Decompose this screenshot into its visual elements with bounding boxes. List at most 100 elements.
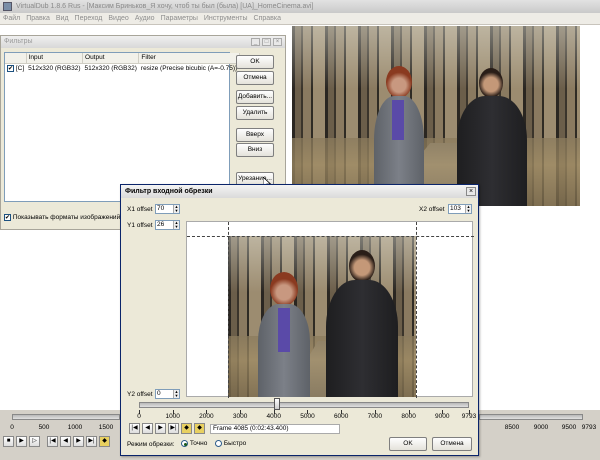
key-next-icon[interactable]: ◆ [194, 423, 205, 434]
col-enabled[interactable] [5, 53, 27, 64]
next-frame-icon[interactable]: ▶ [73, 436, 84, 447]
go-start-icon[interactable]: |◀ [129, 423, 140, 434]
y1-offset-input[interactable]: 26 ▲ ▼ [155, 220, 180, 230]
filter-flag: [C] [15, 65, 25, 73]
mode-fast-option[interactable]: Быстро [215, 440, 246, 447]
menu-options[interactable]: Параметры [158, 13, 201, 25]
menu-file[interactable]: Файл [0, 13, 23, 25]
crop-timeline-ticks: 0 1000 2000 3000 4000 5000 6000 7000 8000 9000 979… [137, 413, 476, 422]
x1-offset-input[interactable]: 70 ▲ ▼ [155, 204, 180, 214]
tick-label: 9793 [461, 413, 477, 420]
prev-frame-icon[interactable]: ◀ [60, 436, 71, 447]
main-timeline-ticks-left: 0 500 1000 1500 [10, 424, 114, 431]
menu-video[interactable]: Видео [105, 13, 131, 25]
crop-guide-right[interactable] [416, 222, 417, 398]
ok-button[interactable]: OK [236, 55, 274, 69]
delete-filter-button[interactable]: Удалить [236, 106, 274, 120]
crop-dialog: Фильтр входной обрезки × X1 offset 70 ▲ ▼ … [120, 184, 479, 456]
mode-precise-option[interactable]: Точно [181, 440, 207, 447]
man-figure [326, 250, 398, 397]
main-timeline-track-left[interactable] [12, 414, 120, 420]
close-icon[interactable]: × [466, 187, 476, 196]
play-input-icon[interactable]: ▶ [16, 436, 27, 447]
x2-offset-label: X2 offset [419, 206, 445, 213]
go-start-icon[interactable]: |◀ [47, 436, 58, 447]
main-timeline-ticks-right: 8500 9000 9500 9793 [504, 424, 597, 431]
key-prev-icon[interactable]: ◆ [99, 436, 110, 447]
crop-ok-button[interactable]: OK [389, 437, 427, 451]
mode-precise-radio[interactable] [181, 440, 188, 447]
col-output[interactable]: Output [82, 53, 140, 64]
frame-info-box: Frame 4085 (0:02:43.400) [210, 424, 340, 434]
tick-label: 3000 [232, 413, 248, 420]
play-output-icon[interactable]: ▷ [29, 436, 40, 447]
x1-offset-label: X1 offset [127, 206, 153, 213]
filters-list[interactable]: Input Output Filter ✔ [C] 512x320 (RGB32… [4, 52, 240, 202]
main-timeline-track-right[interactable] [479, 414, 583, 420]
show-formats-option[interactable]: ✔ Показывать форматы изображений [4, 214, 120, 221]
output-video-frame [292, 26, 580, 206]
menu-tools[interactable]: Инструменты [201, 13, 251, 25]
crop-guide-top[interactable] [187, 236, 474, 237]
show-formats-label: Показывать форматы изображений [12, 214, 121, 222]
menu-audio[interactable]: Аудио [132, 13, 158, 25]
stop-icon[interactable]: ■ [3, 436, 14, 447]
y1-offset-label: Y1 offset [127, 222, 153, 229]
crop-timeline-track[interactable] [139, 402, 469, 408]
tick-label: 6000 [333, 413, 349, 420]
main-window-title: VirtualDub 1.8.6 Rus - [Максим Бриньков_… [0, 0, 600, 13]
prev-frame-icon[interactable]: ◀ [142, 423, 153, 434]
tick-label: 8000 [401, 413, 416, 420]
col-input[interactable]: Input [26, 53, 84, 64]
crop-guide-left[interactable] [228, 222, 229, 398]
spin-arrows-icon[interactable]: ▲ ▼ [465, 205, 471, 213]
crop-mode-label: Режим обрезки: [127, 441, 175, 448]
x2-offset-input[interactable]: 103 ▲ ▼ [448, 204, 472, 214]
table-row[interactable]: ✔ [C] 512x320 (RGB32) 512x320 (RGB32) re… [5, 63, 239, 74]
minimize-icon[interactable]: _ [251, 38, 260, 46]
close-icon[interactable]: × [273, 38, 282, 46]
tick-label: 1000 [165, 413, 180, 420]
menu-help[interactable]: Справка [251, 13, 284, 25]
frame-info: Frame 4085 (0:02:43.400) [213, 425, 289, 432]
go-end-icon[interactable]: ▶| [86, 436, 97, 447]
tick-label: 5000 [300, 413, 315, 420]
menu-go[interactable]: Переход [72, 13, 106, 25]
crop-preview-frame [228, 236, 416, 397]
move-up-button[interactable]: Вверх [236, 128, 274, 142]
add-filter-button[interactable]: Добавить... [236, 90, 274, 104]
app-icon [3, 2, 12, 11]
tick-label: 9000 [435, 413, 450, 420]
key-prev-icon[interactable]: ◆ [181, 423, 192, 434]
go-end-icon[interactable]: ▶| [168, 423, 179, 434]
spin-arrows-icon[interactable]: ▲ ▼ [173, 390, 179, 398]
y2-offset-input[interactable]: 0 ▲ ▼ [155, 389, 180, 399]
filters-dialog-title: Фильтры [1, 36, 285, 48]
cancel-button[interactable]: Отмена [236, 71, 274, 85]
show-formats-checkbox[interactable]: ✔ [4, 214, 11, 221]
tick-label: 4000 [266, 413, 282, 420]
tick-label: 2000 [199, 413, 214, 420]
maximize-icon[interactable]: □ [262, 38, 271, 46]
filter-enabled-checkbox[interactable]: ✔ [7, 65, 14, 73]
move-down-button[interactable]: Вниз [236, 143, 274, 157]
mode-fast-radio[interactable] [215, 440, 222, 447]
mode-fast-label: Быстро [223, 440, 247, 448]
crop-cancel-button[interactable]: Отмена [432, 437, 472, 451]
crop-preview-area[interactable] [186, 221, 474, 398]
tick-label: 0 [137, 413, 141, 420]
y2-offset-label: Y2 offset [127, 391, 153, 398]
crop-timeline-thumb[interactable] [273, 398, 280, 410]
spin-arrows-icon[interactable]: ▲ ▼ [173, 221, 179, 229]
filters-list-header: Input Output Filter [5, 53, 240, 64]
filter-name: resize (Precise bicubic (A=-0.75)) [140, 65, 238, 73]
spin-arrows-icon[interactable]: ▲ ▼ [173, 205, 179, 213]
filter-input: 512x320 (RGB32) [28, 65, 81, 73]
mode-precise-label: Точно [189, 440, 208, 448]
next-frame-icon[interactable]: ▶ [155, 423, 166, 434]
col-filter[interactable]: Filter [138, 53, 240, 64]
tick-label: 7000 [367, 413, 383, 420]
menu-edit[interactable]: Правка [23, 13, 53, 25]
menu-bar: Файл Правка Вид Переход Видео Аудио Параметры И… [0, 13, 600, 25]
menu-view[interactable]: Вид [53, 13, 72, 25]
